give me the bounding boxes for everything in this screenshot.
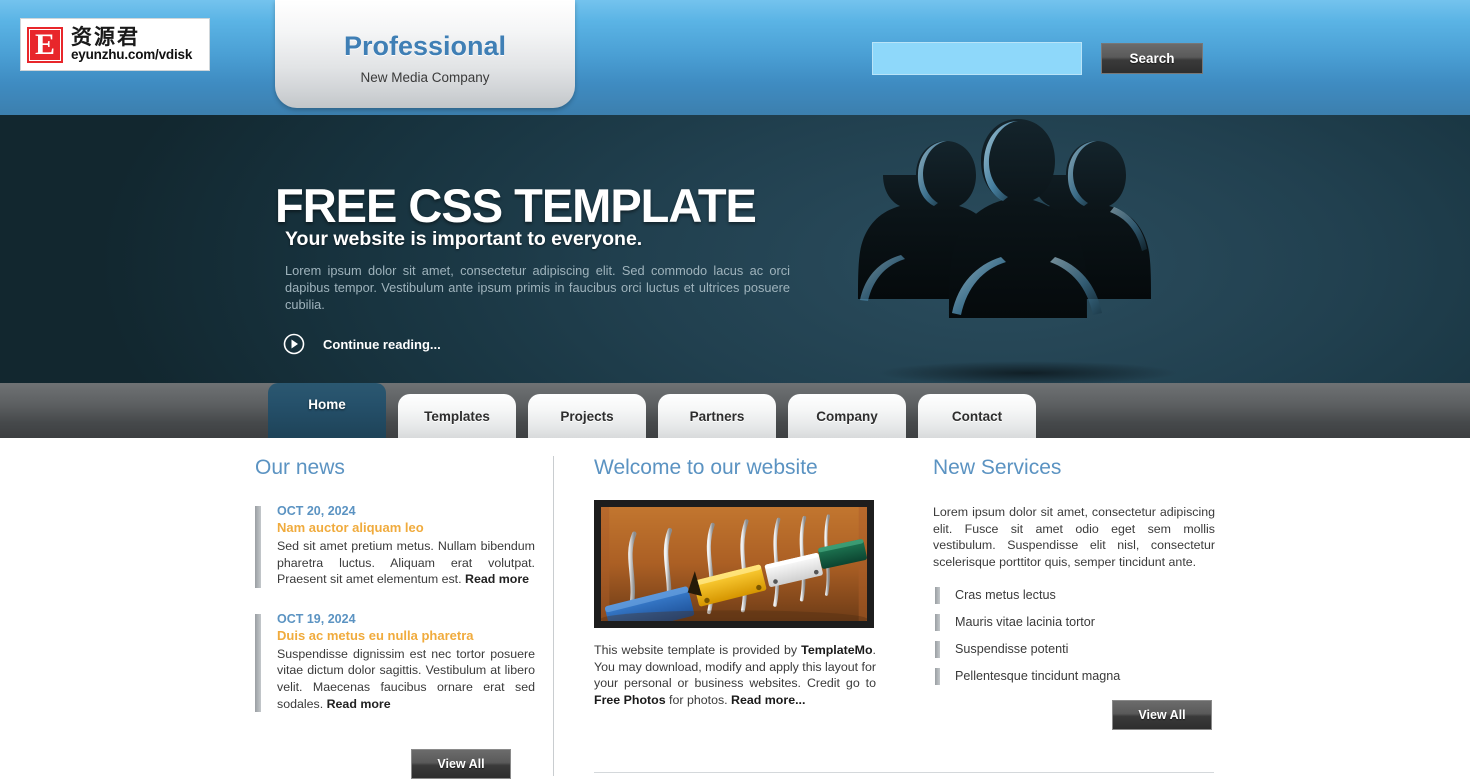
brand-title: Professional (343, 31, 507, 61)
news-view-all-button[interactable]: View All (411, 749, 511, 779)
service-list-item[interactable]: Pellentesque tincidunt magna (933, 666, 1215, 693)
nav-item-company[interactable]: Company (788, 394, 906, 438)
hero-banner: FREE CSS TEMPLATE Your website is import… (0, 115, 1470, 383)
services-list: Cras metus lectus Mauris vitae lacinia t… (933, 585, 1215, 693)
brand-subtitle: New Media Company (360, 70, 490, 85)
service-list-item[interactable]: Cras metus lectus (933, 585, 1215, 612)
welcome-read-more-link[interactable]: Read more... (731, 693, 805, 707)
nav-label: Home (308, 397, 346, 412)
templatemo-link[interactable]: TemplateMo (801, 643, 872, 657)
nav-item-contact[interactable]: Contact (918, 394, 1036, 438)
nav-left-cap (0, 383, 275, 438)
hero-subheading: Your website is important to everyone. (285, 228, 643, 250)
welcome-photo (594, 500, 874, 628)
news-column-title: Our news (255, 456, 345, 479)
logo-chinese-text: 资源君 (71, 25, 140, 50)
welcome-body-part3: for photos. (665, 692, 732, 707)
logo-text: 资源君 eyunzhu.com/vdisk (71, 26, 192, 62)
news-body: Suspendisse dignissim est nec tortor pos… (277, 646, 535, 712)
site-logo[interactable]: E 资源君 eyunzhu.com/vdisk (20, 18, 210, 71)
nav-list: Home Templates Projects Partners Company… (268, 383, 1048, 438)
news-date: OCT 19, 2024 (277, 611, 356, 626)
news-column: Our news OCT 20, 2024 Nam auctor aliquam… (255, 438, 535, 713)
logo-url-text: eyunzhu.com/vdisk (71, 47, 193, 63)
nav-label: Contact (951, 408, 1003, 424)
news-headline: Nam auctor aliquam leo (277, 520, 424, 535)
news-headline: Duis ac metus eu nulla pharetra (277, 627, 474, 643)
main-navigation: Home Templates Projects Partners Company… (0, 383, 1470, 438)
services-body: Lorem ipsum dolor sit amet, consectetur … (933, 505, 1215, 569)
main-content: Our news OCT 20, 2024 Nam auctor aliquam… (0, 438, 1470, 780)
brand-panel: Professional New Media Company (275, 0, 575, 108)
services-view-all-button[interactable]: View All (1112, 700, 1212, 730)
search-form: Search (872, 42, 1203, 75)
services-column-title: New Services (933, 456, 1062, 479)
news-item[interactable]: OCT 20, 2024 Nam auctor aliquam leo Sed … (255, 504, 535, 588)
news-body: Sed sit amet pretium metus. Nullam biben… (277, 538, 535, 588)
free-photos-link[interactable]: Free Photos (594, 693, 666, 707)
welcome-column: Welcome to our website This website temp… (594, 438, 876, 708)
welcome-column-title: Welcome to our website (594, 456, 818, 479)
binder-clips-illustration (601, 507, 867, 621)
news-body-text: Suspendisse dignissim est nec tortor pos… (277, 646, 535, 711)
welcome-body: This website template is provided by Tem… (594, 642, 876, 708)
hero-text-block: FREE CSS TEMPLATE Your website is import… (275, 115, 1275, 383)
hero-paragraph: Lorem ipsum dolor sit amet, consectetur … (285, 263, 790, 312)
nav-label: Partners (689, 408, 745, 424)
welcome-photo-image (601, 507, 867, 621)
news-date: OCT 20, 2024 (277, 504, 356, 518)
services-column: New Services Lorem ipsum dolor sit amet,… (933, 438, 1215, 693)
service-list-item[interactable]: Suspendisse potenti (933, 639, 1215, 666)
search-button[interactable]: Search (1101, 43, 1203, 74)
logo-mark-icon: E (27, 26, 63, 63)
circle-play-icon (283, 333, 305, 355)
nav-label: Templates (424, 408, 490, 424)
service-list-item[interactable]: Mauris vitae lacinia tortor (933, 612, 1215, 639)
nav-item-home[interactable]: Home (268, 383, 386, 438)
news-item[interactable]: OCT 19, 2024 Duis ac metus eu nulla phar… (255, 611, 535, 713)
site-header: E 资源君 eyunzhu.com/vdisk Professional New… (0, 0, 1470, 115)
news-read-more-link[interactable]: Read more (465, 572, 529, 586)
continue-reading-link[interactable]: Continue reading... (283, 333, 441, 355)
continue-reading-label: Continue reading... (323, 336, 441, 352)
footer-divider (594, 772, 1214, 773)
search-input[interactable] (872, 42, 1082, 75)
nav-label: Company (816, 408, 878, 424)
nav-item-templates[interactable]: Templates (398, 394, 516, 438)
column-divider (553, 456, 554, 776)
news-read-more-link[interactable]: Read more (327, 697, 391, 711)
nav-label: Projects (560, 408, 614, 424)
welcome-body-part1: This website template is provided by (594, 643, 802, 657)
nav-item-projects[interactable]: Projects (528, 394, 646, 438)
hero-heading: FREE CSS TEMPLATE (275, 179, 757, 232)
nav-item-partners[interactable]: Partners (658, 394, 776, 438)
